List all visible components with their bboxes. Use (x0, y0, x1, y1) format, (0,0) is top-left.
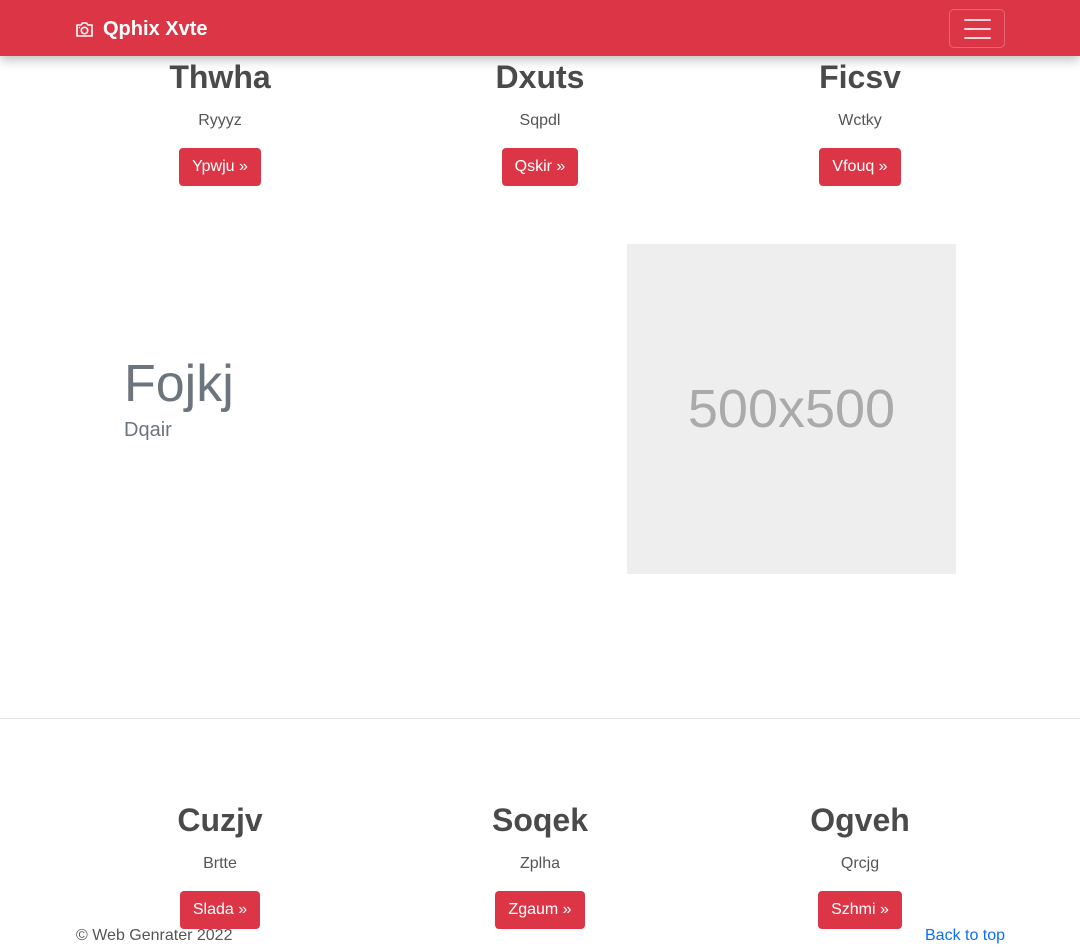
column-button[interactable]: Vfouq » (819, 148, 901, 186)
column-button[interactable]: Szhmi » (818, 891, 902, 929)
feature-heading: Fojkj (124, 355, 234, 413)
brand-link[interactable]: Qphix Xvte (75, 16, 207, 42)
placeholder-image-label: 500x500 (687, 379, 896, 439)
column-button[interactable]: Slada » (179, 891, 261, 929)
bottom-column-3: Ogveh Qrcjg Szhmi » (680, 801, 1040, 929)
column-heading: Thwha (169, 59, 271, 95)
navbar: Qphix Xvte (0, 0, 1080, 56)
column-heading: Dxuts (495, 59, 585, 95)
section-divider (0, 718, 1080, 719)
column-text: Sqpdl (519, 112, 561, 129)
column-text: Ryyyz (198, 112, 242, 129)
back-to-top-link[interactable]: Back to top (925, 926, 1005, 946)
column-heading: Ficsv (819, 59, 901, 95)
navbar-toggler-button[interactable] (949, 9, 1005, 48)
column-button[interactable]: Ypwju » (179, 148, 261, 186)
top-column-3: Ficsv Wctky Vfouq » (680, 58, 1040, 186)
bottom-column-1: Cuzjv Brtte Slada » (40, 801, 400, 929)
brand-name: Qphix Xvte (103, 17, 208, 40)
column-button[interactable]: Zgaum » (495, 891, 585, 929)
column-button[interactable]: Qskir » (501, 148, 579, 186)
top-column-1: Thwha Ryyyz Ypwju » (40, 58, 400, 186)
feature-subheading: Dqair (124, 419, 172, 441)
column-text: Wctky (838, 112, 882, 129)
column-heading: Soqek (491, 802, 589, 838)
column-heading: Ogveh (810, 802, 910, 838)
column-text: Zplha (519, 855, 561, 872)
hamburger-menu-icon (963, 18, 991, 21)
top-column-2: Dxuts Sqpdl Qskir » (360, 58, 720, 186)
column-text: Qrcjg (840, 855, 880, 872)
footer-copyright: © Web Genrater 2022 (76, 927, 233, 944)
camera-icon (76, 21, 93, 37)
column-heading: Cuzjv (177, 802, 263, 838)
column-text: Brtte (203, 855, 237, 872)
bottom-column-2: Soqek Zplha Zgaum » (360, 801, 720, 929)
placeholder-image: 500x500 (627, 244, 956, 574)
